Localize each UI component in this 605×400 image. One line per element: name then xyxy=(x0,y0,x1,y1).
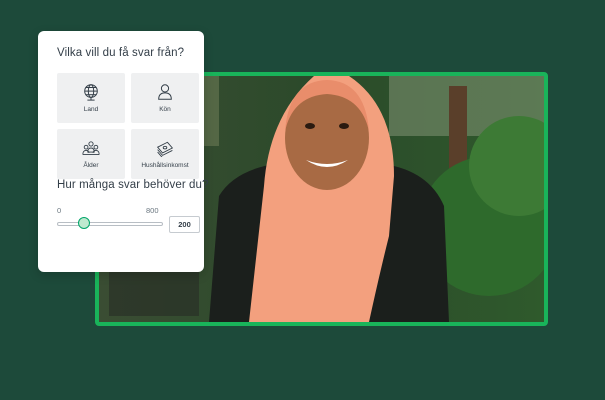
criteria-grid: Land Kön Ålder Hushållsinkomst xyxy=(57,73,199,179)
criteria-label: Ålder xyxy=(83,162,99,169)
criteria-tile-hushallsinkomst[interactable]: Hushållsinkomst xyxy=(131,129,199,179)
response-count-input[interactable]: 200 xyxy=(169,216,200,233)
slider-handle[interactable] xyxy=(78,217,90,229)
criteria-label: Kön xyxy=(159,106,171,113)
money-icon xyxy=(156,141,174,157)
question-respondents: Vilka vill du få svar från? xyxy=(57,47,185,59)
question-response-count: Hur många svar behöver du? xyxy=(57,179,209,191)
survey-targeting-card: Vilka vill du få svar från? Land Kön Åld… xyxy=(38,31,209,272)
criteria-label: Land xyxy=(83,106,99,113)
group-icon xyxy=(82,141,100,155)
criteria-tile-kon[interactable]: Kön xyxy=(131,73,199,123)
criteria-tile-land[interactable]: Land xyxy=(57,73,125,123)
slider-track[interactable] xyxy=(57,222,163,226)
criteria-tile-alder[interactable]: Ålder xyxy=(57,129,125,179)
globe-icon xyxy=(84,84,98,101)
slider-max-label: 800 xyxy=(146,206,159,215)
criteria-label: Hushållsinkomst xyxy=(141,162,189,169)
response-count-slider: 0 800 200 xyxy=(57,206,200,236)
slider-min-label: 0 xyxy=(57,206,62,215)
person-icon xyxy=(158,84,172,100)
